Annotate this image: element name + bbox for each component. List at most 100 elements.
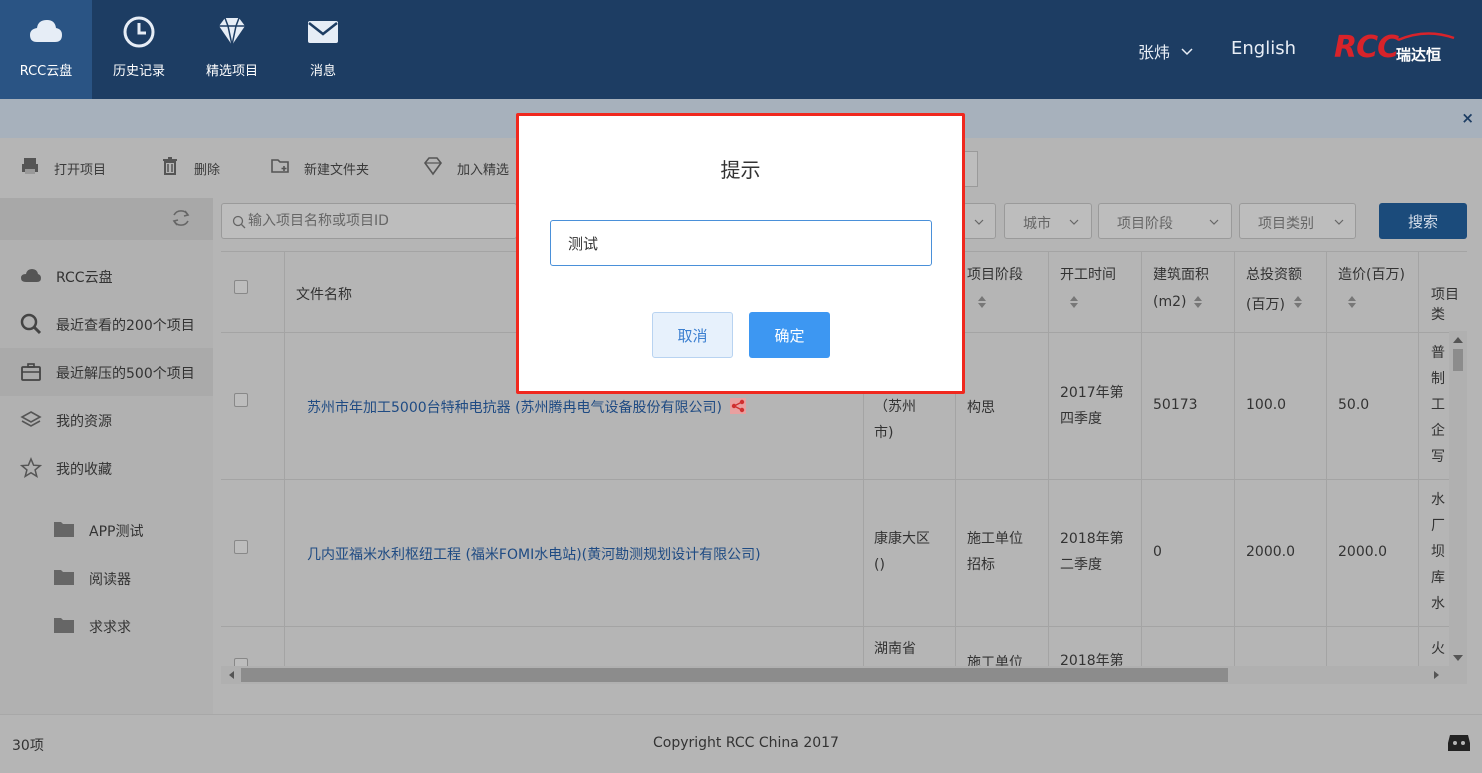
cell-line: （苏州: [874, 399, 916, 415]
scrollbar-thumb[interactable]: [241, 668, 1228, 682]
dialog-input[interactable]: [550, 220, 932, 266]
table-cell-start: 2018年第 二季度: [1060, 526, 1124, 578]
sort-icon[interactable]: [1069, 296, 1079, 308]
cell-line: 写: [1431, 449, 1445, 465]
sort-icon[interactable]: [1293, 296, 1303, 308]
diamond-icon: [423, 157, 443, 176]
user-menu[interactable]: 张炜: [1138, 39, 1193, 63]
sidebar-item-cloud[interactable]: RCC云盘: [0, 252, 213, 300]
folder-label: APP测试: [89, 524, 144, 540]
sidebar-item-label: 我的收藏: [56, 462, 112, 478]
header-area-unit: (m2): [1153, 294, 1187, 310]
close-icon[interactable]: ×: [1461, 109, 1474, 127]
toolbar-extra-button[interactable]: [963, 151, 978, 187]
header-category: 项目类: [1431, 287, 1459, 323]
header-start-time: 开工时间: [1060, 267, 1116, 283]
copyright: Copyright RCC China 2017: [653, 735, 839, 751]
nav-item-history[interactable]: 历史记录: [93, 0, 185, 99]
cloud-icon: [30, 20, 62, 42]
header-area: 建筑面积: [1153, 267, 1209, 283]
search-box: [221, 203, 517, 239]
sidebar-item-favorites[interactable]: 我的收藏: [0, 444, 213, 492]
filter-label: 项目类别: [1258, 216, 1314, 232]
cell-line: 厂: [1431, 518, 1445, 534]
horizontal-scrollbar[interactable]: [221, 666, 1467, 684]
sidebar-item-recent-extracted[interactable]: 最近解压的500个项目: [0, 348, 213, 396]
filter-category-select[interactable]: 项目类别: [1239, 203, 1356, 239]
header-stage[interactable]: 项目阶段: [967, 264, 1023, 284]
cell-line: 库: [1431, 570, 1445, 586]
inbox-icon[interactable]: [1447, 731, 1471, 753]
folder-icon: [54, 570, 74, 585]
sort-icon[interactable]: [977, 296, 987, 308]
table-cell-area: 50173: [1153, 397, 1198, 413]
scrollbar-thumb[interactable]: [1453, 349, 1463, 371]
sort-icon[interactable]: [1193, 296, 1203, 308]
nav-label: 历史记录: [112, 64, 165, 79]
table-cell-region: 湖南省: [874, 641, 916, 657]
logo-text: RCC: [1334, 30, 1399, 65]
scroll-left-icon[interactable]: [229, 671, 234, 679]
row-checkbox[interactable]: [234, 540, 248, 554]
project-link[interactable]: 几内亚福米水利枢纽工程 (福米FOMI水电站)(黄河勘测规划设计有限公司): [307, 547, 761, 563]
tool-label: 删除: [194, 163, 221, 178]
filter-label: 城市: [1023, 216, 1051, 232]
row-checkbox[interactable]: [234, 393, 248, 407]
scroll-right-icon[interactable]: [1434, 671, 1439, 679]
scroll-up-icon[interactable]: [1453, 337, 1463, 343]
column-divider: [1234, 252, 1235, 667]
nav-item-messages[interactable]: 消息: [277, 0, 369, 99]
table-cell-investment: 100.0: [1246, 397, 1287, 413]
cloud-icon: [21, 269, 41, 282]
vertical-scrollbar[interactable]: [1449, 331, 1467, 667]
dialog-title: 提示: [720, 158, 761, 182]
row-divider: [221, 626, 1467, 627]
table-cell-cost: 50.0: [1338, 397, 1370, 413]
cell-line: 康康大区: [874, 531, 930, 547]
folder-item[interactable]: APP测试: [0, 506, 213, 554]
filter-stage-select[interactable]: 项目阶段: [1098, 203, 1232, 239]
sort-icon[interactable]: [1347, 296, 1357, 308]
mail-icon: [308, 21, 338, 43]
cell-line: 招标: [967, 557, 995, 573]
nav-item-featured[interactable]: 精选项目: [186, 0, 278, 99]
cell-line: 施工单位: [967, 531, 1023, 547]
search-input[interactable]: [248, 205, 508, 237]
cancel-button[interactable]: 取消: [652, 312, 733, 358]
layers-icon: [20, 411, 42, 427]
folder-item[interactable]: 求求求: [0, 602, 213, 650]
chevron-down-icon: [1069, 219, 1079, 225]
nav-item-cloud[interactable]: RCC云盘: [0, 0, 92, 99]
table-row-name[interactable]: 几内亚福米水利枢纽工程 (福米FOMI水电站)(黄河勘测规划设计有限公司): [307, 544, 761, 564]
table-row-name[interactable]: 苏州市年加工5000台特种电抗器 (苏州腾冉电气设备股份有限公司): [307, 397, 747, 417]
footer: 30项 Copyright RCC China 2017: [0, 714, 1482, 773]
cell-line: 坝: [1431, 544, 1445, 560]
folder-item[interactable]: 阅读器: [0, 554, 213, 602]
cell-line: 制: [1431, 371, 1445, 387]
folder-icon: [54, 618, 74, 633]
refresh-icon[interactable]: [170, 207, 192, 229]
search-button[interactable]: 搜索: [1379, 203, 1467, 239]
cell-line: (): [874, 557, 885, 573]
scroll-down-icon[interactable]: [1453, 655, 1463, 661]
column-divider: [1418, 252, 1419, 667]
header-investment: 总投资额: [1246, 267, 1302, 283]
filter-province-select[interactable]: [963, 203, 996, 239]
tool-label: 新建文件夹: [304, 163, 370, 178]
language-switch[interactable]: English: [1231, 38, 1296, 59]
project-link[interactable]: 苏州市年加工5000台特种电抗器 (苏州腾冉电气设备股份有限公司): [307, 400, 722, 416]
table-cell-stage: 施工单位: [967, 655, 1023, 667]
sidebar-item-resources[interactable]: 我的资源: [0, 396, 213, 444]
sidebar-item-recent-viewed[interactable]: 最近查看的200个项目: [0, 300, 213, 348]
filter-city-select[interactable]: 城市: [1004, 203, 1092, 239]
table-cell-investment: 2000.0: [1246, 544, 1295, 560]
table-cell-area: 0: [1153, 544, 1162, 560]
table-cell-stage: 构思: [967, 400, 995, 416]
confirm-button[interactable]: 确定: [749, 312, 830, 358]
table-cell-region: （苏州 市): [874, 394, 916, 446]
share-icon[interactable]: [730, 398, 747, 414]
logo-subtitle: 瑞达恒: [1396, 46, 1442, 64]
table-cell-category: 普 制 工 企 写: [1431, 340, 1445, 470]
header-investment-unit: (百万): [1246, 297, 1285, 313]
select-all-checkbox[interactable]: [234, 280, 248, 294]
